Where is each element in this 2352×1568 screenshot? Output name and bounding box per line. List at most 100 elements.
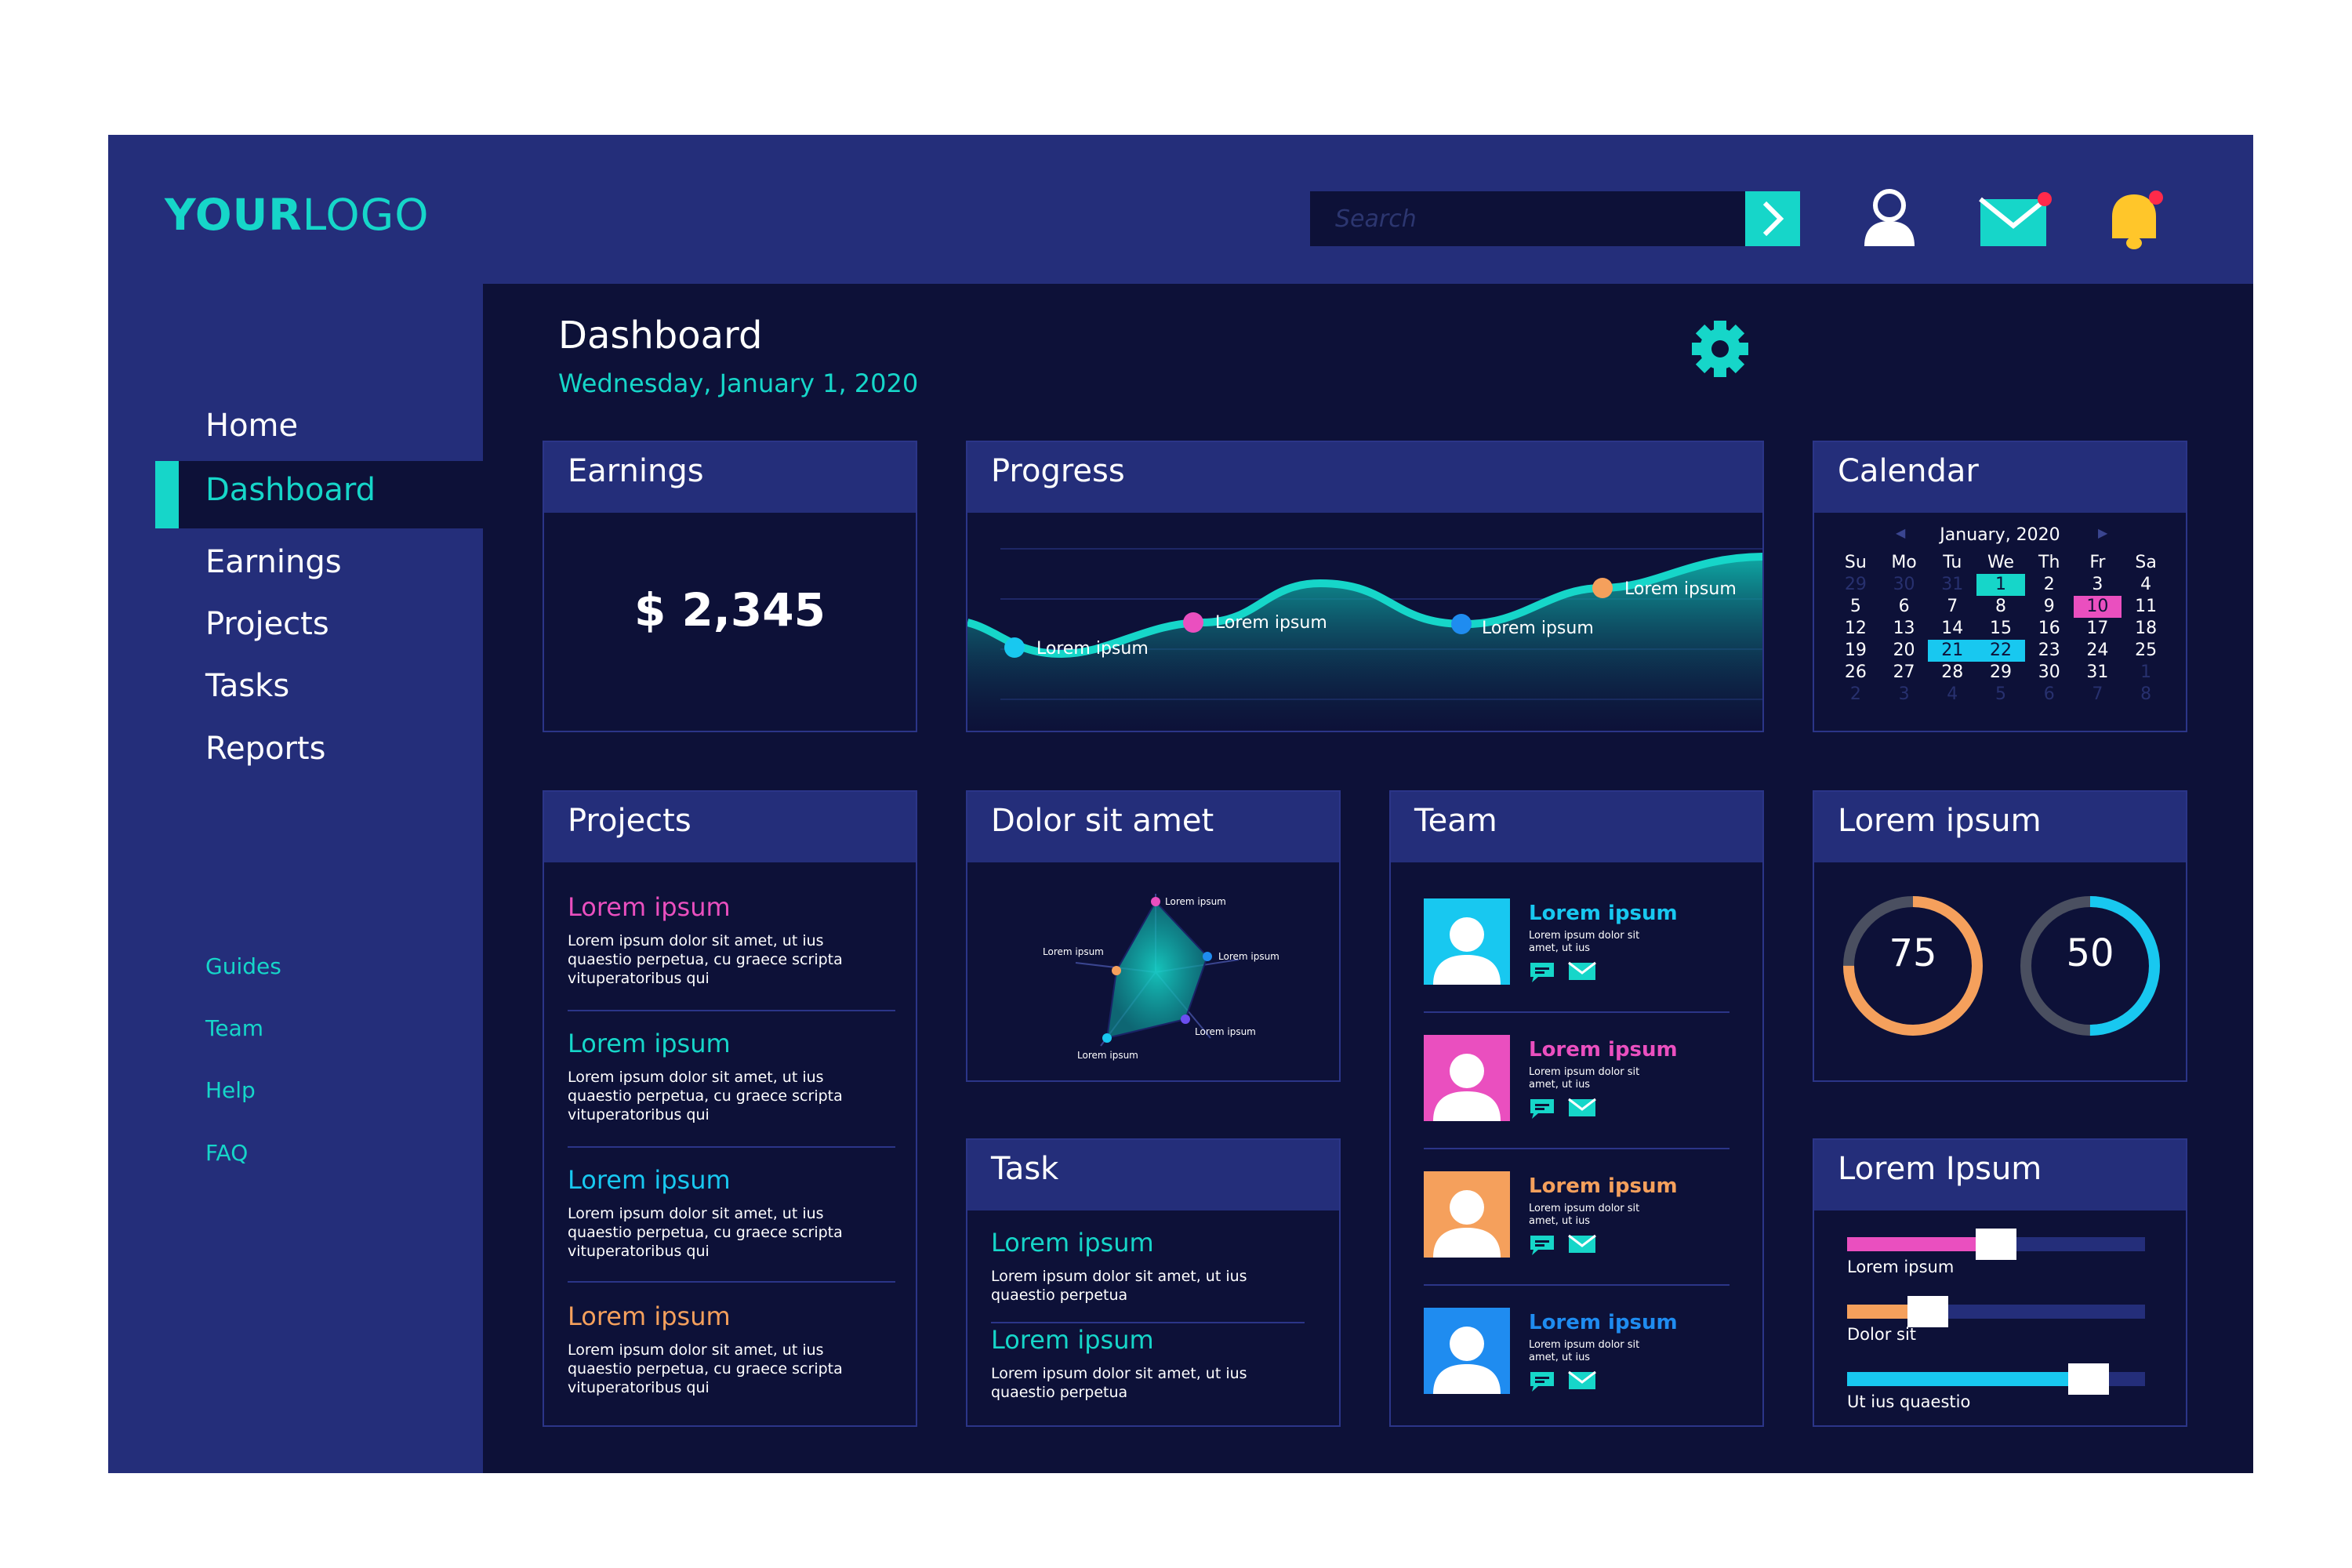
gear-icon <box>1692 321 1748 377</box>
calendar-day[interactable]: 2 <box>2025 574 2074 596</box>
calendar-day[interactable]: 10 <box>2073 596 2122 618</box>
sidebar-link-team[interactable]: Team <box>205 1015 263 1041</box>
calendar-day[interactable]: 21 <box>1928 640 1977 662</box>
calendar-day[interactable]: 3 <box>1880 684 1929 706</box>
slider-handle[interactable] <box>2067 1363 2109 1395</box>
calendar-day[interactable]: 13 <box>1880 618 1929 640</box>
calendar-day[interactable]: 7 <box>2074 684 2122 706</box>
sidebar-link-help[interactable]: Help <box>205 1077 256 1103</box>
calendar-day[interactable]: 26 <box>1831 662 1880 684</box>
progress-point-label-3: Lorem ipsum <box>1482 619 1594 638</box>
mail-icon <box>1568 1234 1596 1253</box>
calendar-day[interactable]: 7 <box>1928 596 1976 618</box>
calendar-day[interactable]: 5 <box>1831 596 1880 618</box>
team-member-row[interactable]: Lorem ipsum Lorem ipsum dolor sit amet, u… <box>1424 1171 1730 1297</box>
project-item[interactable]: Lorem ipsum Lorem ipsum dolor sit amet, … <box>568 892 881 988</box>
sliders-card-title: Lorem Ipsum <box>1838 1151 2042 1187</box>
calendar-day[interactable]: 11 <box>2122 596 2170 618</box>
calendar-day[interactable]: 28 <box>1928 662 1976 684</box>
calendar-day[interactable]: 29 <box>1976 662 2025 684</box>
calendar-next-button[interactable]: ▶ <box>2098 525 2107 540</box>
email-button[interactable] <box>1568 1098 1596 1121</box>
divider <box>1424 1148 1730 1149</box>
divider <box>568 1281 895 1283</box>
calendar-day[interactable]: 4 <box>2122 574 2170 596</box>
settings-button[interactable] <box>1690 319 1750 382</box>
task-item[interactable]: Lorem ipsum Lorem ipsum dolor sit amet, … <box>991 1228 1305 1305</box>
email-button[interactable] <box>1568 961 1596 985</box>
logo-light-text: LOGO <box>302 190 430 240</box>
calendar-day[interactable]: 3 <box>2074 574 2122 596</box>
calendar-day[interactable]: 29 <box>1831 574 1880 596</box>
calendar-dow-label: Sa <box>2135 553 2157 572</box>
calendar-day[interactable]: 31 <box>1928 574 1976 596</box>
task-item-desc: Lorem ipsum dolor sit amet, ut ius quaes… <box>991 1365 1247 1401</box>
calendar-day[interactable]: 6 <box>1880 596 1929 618</box>
gauge-value: 75 <box>1889 931 1937 975</box>
calendar-day[interactable]: 25 <box>2122 640 2170 662</box>
project-item[interactable]: Lorem ipsum Lorem ipsum dolor sit amet, … <box>568 1301 881 1397</box>
calendar-day[interactable]: 22 <box>1976 640 2025 662</box>
calendar-day[interactable]: 12 <box>1831 618 1880 640</box>
calendar-day[interactable]: 23 <box>2025 640 2074 662</box>
slider-track[interactable] <box>1847 1296 2145 1327</box>
calendar-day[interactable]: 30 <box>1880 574 1929 596</box>
project-item[interactable]: Lorem ipsum Lorem ipsum dolor sit amet, … <box>568 1029 881 1124</box>
email-button[interactable] <box>1568 1234 1596 1258</box>
calendar-day[interactable]: 14 <box>1928 618 1976 640</box>
calendar-day[interactable]: 9 <box>2025 596 2074 618</box>
divider <box>991 1322 1305 1323</box>
notifications-button[interactable] <box>2104 188 2169 256</box>
sidebar-item-home[interactable]: Home <box>205 408 298 444</box>
calendar-day[interactable]: 31 <box>2074 662 2122 684</box>
search-input[interactable] <box>1310 191 1745 246</box>
email-button[interactable] <box>1568 1370 1596 1394</box>
calendar-day[interactable]: 19 <box>1831 640 1880 662</box>
chat-icon <box>1530 1236 1554 1255</box>
project-item[interactable]: Lorem ipsum Lorem ipsum dolor sit amet, … <box>568 1165 881 1261</box>
mail-button[interactable] <box>1976 190 2054 252</box>
calendar-day[interactable]: 30 <box>2025 662 2074 684</box>
calendar-day[interactable]: 8 <box>1976 596 2025 618</box>
calendar-day[interactable]: 6 <box>2025 684 2074 706</box>
calendar-day[interactable]: 20 <box>1880 640 1929 662</box>
calendar-day[interactable]: 5 <box>1976 684 2025 706</box>
sidebar-item-projects[interactable]: Projects <box>205 606 329 642</box>
calendar-day[interactable]: 24 <box>2074 640 2122 662</box>
chat-button[interactable] <box>1529 1098 1555 1123</box>
sidebar-item-tasks[interactable]: Tasks <box>205 668 289 704</box>
team-member-row[interactable]: Lorem ipsum Lorem ipsum dolor sit amet, u… <box>1424 898 1730 1024</box>
slider-handle[interactable] <box>1976 1229 2016 1260</box>
progress-point-2 <box>1183 612 1203 633</box>
sidebar-link-guides[interactable]: Guides <box>205 953 281 979</box>
calendar-day[interactable]: 16 <box>2025 618 2074 640</box>
chat-button[interactable] <box>1529 1234 1555 1259</box>
calendar-day[interactable]: 17 <box>2074 618 2122 640</box>
calendar-day[interactable]: 18 <box>2122 618 2170 640</box>
chat-button[interactable] <box>1529 961 1555 986</box>
calendar-day[interactable]: 4 <box>1928 684 1976 706</box>
sidebar-item-dashboard[interactable]: Dashboard <box>205 472 376 508</box>
slider-track[interactable] <box>1847 1229 2145 1260</box>
radar-point-3 <box>1181 1014 1190 1024</box>
sidebar-item-reports[interactable]: Reports <box>205 731 325 767</box>
chat-button[interactable] <box>1529 1370 1555 1396</box>
calendar-day[interactable]: 1 <box>2122 662 2170 684</box>
task-item[interactable]: Lorem ipsum Lorem ipsum dolor sit amet, … <box>991 1325 1305 1402</box>
project-item-title: Lorem ipsum <box>568 1301 731 1331</box>
avatar-user-icon <box>1433 1054 1501 1121</box>
search-submit-button[interactable] <box>1745 191 1800 246</box>
slider-handle[interactable] <box>1907 1296 1948 1327</box>
calendar-day[interactable]: 2 <box>1831 684 1880 706</box>
slider-track[interactable] <box>1847 1363 2145 1395</box>
team-member-row[interactable]: Lorem ipsum Lorem ipsum dolor sit amet, u… <box>1424 1308 1730 1425</box>
calendar-day[interactable]: 1 <box>1976 574 2025 596</box>
avatar <box>1424 1035 1510 1121</box>
calendar-day[interactable]: 27 <box>1880 662 1929 684</box>
sidebar-item-earnings[interactable]: Earnings <box>205 544 342 580</box>
user-button[interactable] <box>1861 188 1918 251</box>
calendar-day[interactable]: 8 <box>2122 684 2170 706</box>
sidebar-link-faq[interactable]: FAQ <box>205 1140 248 1166</box>
calendar-day[interactable]: 15 <box>1976 618 2025 640</box>
team-member-row[interactable]: Lorem ipsum Lorem ipsum dolor sit amet, u… <box>1424 1035 1730 1160</box>
